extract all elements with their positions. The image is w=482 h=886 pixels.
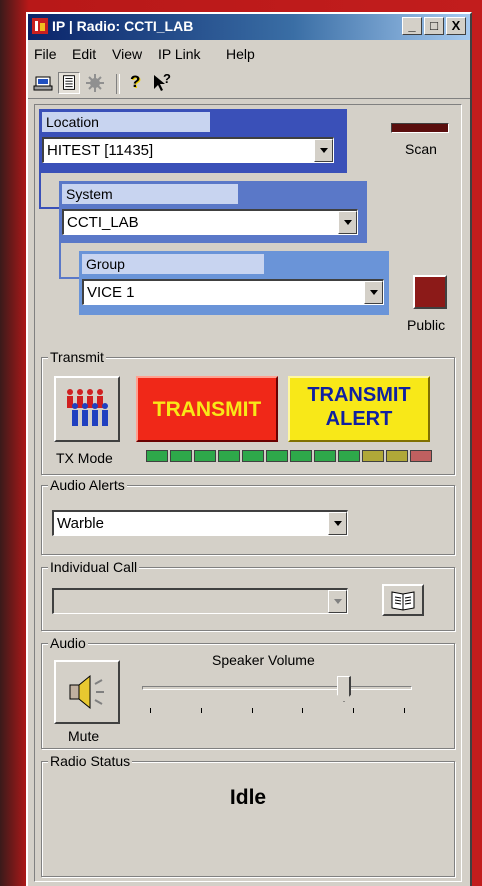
slider-tick [302, 708, 303, 713]
transmit-alert-button[interactable]: TRANSMIT ALERT [288, 376, 430, 442]
transmit-button[interactable]: TRANSMIT [136, 376, 278, 442]
radio-app-icon [32, 18, 48, 34]
meter-segment [266, 450, 288, 462]
transmit-legend: Transmit [48, 349, 106, 365]
meter-segment [386, 450, 408, 462]
audio-legend: Audio [48, 635, 88, 651]
location-select[interactable]: HITEST [11435] [42, 137, 334, 163]
chevron-down-icon[interactable] [364, 281, 383, 304]
tx-mode-button[interactable] [54, 376, 120, 442]
audio-alerts-legend: Audio Alerts [48, 477, 127, 493]
mute-label: Mute [68, 728, 100, 744]
individual-call-select[interactable] [52, 588, 348, 614]
audio-group: Audio Mute Speaker Volume [41, 635, 455, 749]
help-glyph: ? [130, 72, 141, 91]
chevron-down-icon[interactable] [328, 512, 347, 535]
group-value: VICE 1 [87, 284, 135, 301]
system-block: System CCTI_LAB [59, 181, 367, 243]
mute-button[interactable] [54, 660, 120, 724]
tree-connector [59, 243, 81, 279]
transmit-alert-line1: TRANSMIT [307, 384, 411, 406]
people-icon [67, 389, 108, 426]
public-label: Public [407, 317, 446, 333]
chevron-down-icon[interactable] [338, 211, 357, 234]
close-button[interactable]: X [446, 17, 466, 35]
menu-file[interactable]: File [34, 46, 57, 62]
scan-indicator[interactable] [391, 123, 449, 133]
location-label: Location [42, 112, 210, 132]
chevron-down-icon[interactable] [314, 139, 333, 162]
meter-segment [170, 450, 192, 462]
list-icon[interactable] [58, 72, 80, 94]
group-select[interactable]: VICE 1 [82, 279, 384, 305]
meter-segment [338, 450, 360, 462]
speaker-volume-slider[interactable] [142, 676, 412, 716]
menu-help[interactable]: Help [226, 46, 255, 62]
menu-view[interactable]: View [112, 46, 142, 62]
slider-tick [150, 708, 151, 713]
settings-icon[interactable] [84, 72, 106, 94]
speaker-volume-label: Speaker Volume [212, 652, 315, 668]
radio-window: IP | Radio: CCTI_LAB _ □ X File Edit Vie… [26, 12, 472, 886]
slider-tick [353, 708, 354, 713]
transmit-group: Transmit TX Mode TRANSMIT TRANSMIT ALERT [41, 349, 455, 475]
menu-edit[interactable]: Edit [72, 46, 96, 62]
radio-status-legend: Radio Status [48, 753, 133, 769]
audio-alerts-select[interactable]: Warble [52, 510, 348, 536]
public-button[interactable] [413, 275, 447, 309]
title-bar[interactable]: IP | Radio: CCTI_LAB _ □ X [28, 14, 470, 40]
chevron-down-icon[interactable] [328, 590, 347, 613]
meter-segment [146, 450, 168, 462]
minimize-button[interactable]: _ [402, 17, 422, 35]
context-help-glyph: ? [163, 71, 171, 86]
meter-segment [314, 450, 336, 462]
tx-mode-label: TX Mode [56, 450, 113, 466]
menu-ip-link[interactable]: IP Link [158, 46, 201, 62]
group-block: Group VICE 1 [79, 251, 389, 315]
meter-segment [194, 450, 216, 462]
transmit-alert-line2: ALERT [325, 408, 393, 430]
tree-connector [39, 173, 61, 209]
menu-bar: File Edit View IP Link Help [28, 42, 470, 66]
help-icon[interactable]: ? [124, 72, 146, 94]
location-block: Location HITEST [11435] [39, 109, 347, 173]
main-panel: Location HITEST [11435] System CCTI_LAB … [34, 104, 462, 882]
maximize-button[interactable]: □ [424, 17, 444, 35]
individual-call-group: Individual Call [41, 559, 455, 631]
slider-tick [201, 708, 202, 713]
location-value: HITEST [11435] [47, 142, 154, 159]
slider-tick [252, 708, 253, 713]
group-label: Group [82, 254, 264, 274]
context-help-icon[interactable]: ? [150, 71, 172, 94]
system-select[interactable]: CCTI_LAB [62, 209, 358, 235]
meter-segment [218, 450, 240, 462]
toolbar: ? ? [28, 68, 470, 99]
scan-label: Scan [405, 141, 437, 157]
slider-thumb[interactable] [337, 676, 351, 702]
meter-segment [290, 450, 312, 462]
speaker-icon [69, 674, 104, 710]
meter-segment [242, 450, 264, 462]
slider-tick [404, 708, 405, 713]
radio-status-group: Radio Status Idle [41, 753, 455, 877]
window-title: IP | Radio: CCTI_LAB [52, 18, 194, 34]
toolbar-separator [116, 74, 120, 94]
meter-segment [362, 450, 384, 462]
meter-segment [410, 450, 432, 462]
transmit-button-label: TRANSMIT [152, 398, 262, 421]
system-label: System [62, 184, 238, 204]
tx-level-meter [146, 450, 432, 464]
phonebook-button[interactable] [382, 584, 424, 616]
radio-status-value: Idle [229, 786, 267, 809]
system-value: CCTI_LAB [67, 214, 139, 231]
individual-call-legend: Individual Call [48, 559, 140, 575]
slider-track [142, 686, 412, 690]
audio-alerts-value: Warble [57, 515, 104, 532]
radio-icon[interactable] [32, 72, 54, 94]
audio-alerts-group: Audio Alerts Warble [41, 477, 455, 555]
book-icon [391, 591, 415, 611]
